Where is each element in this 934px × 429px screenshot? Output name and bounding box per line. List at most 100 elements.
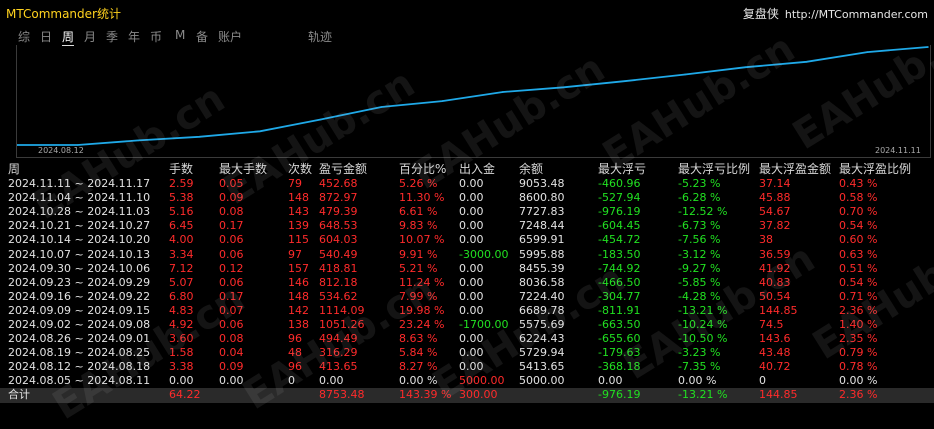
tab-10[interactable]: 轨迹 (308, 28, 332, 45)
cell-pnl: 648.53 (319, 219, 358, 233)
tab-9[interactable]: 账户 (218, 28, 242, 45)
cell-deposit: 0.00 (459, 303, 484, 317)
equity-line (17, 46, 929, 146)
cell-max-float-profit-pct: 1.40 % (839, 318, 878, 331)
cell-week: 2024.10.21 ~ 2024.10.27 (8, 219, 151, 233)
cell-max-float-profit-pct: 2.36 % (839, 303, 878, 317)
cell-max-float-profit: 0 (759, 374, 766, 388)
cell-max-lots: 0.09 (219, 360, 244, 374)
tab-7[interactable]: M (175, 28, 185, 42)
cell-max-float-loss-pct: -6.28 % (678, 191, 721, 205)
col-header-max-float-loss-pct[interactable]: 最大浮亏比例 (678, 162, 750, 176)
col-header-max-float-loss[interactable]: 最大浮亏 (598, 162, 646, 176)
cell-max-float-loss: -466.50 (598, 275, 641, 289)
col-header-deposit[interactable]: 出入金 (459, 162, 495, 176)
cell-percent: 8.63 % (399, 332, 438, 346)
cell-lots: 1.58 (169, 346, 194, 360)
table-row[interactable]: 2024.10.21 ~ 2024.10.27 6.45 0.17 139 648.53… (0, 219, 934, 233)
tab-3[interactable]: 月 (84, 28, 96, 45)
title-bar: MTCommander统计 复盘侠 http://MTCommander.com (0, 0, 934, 26)
tab-0[interactable]: 综 (18, 28, 30, 45)
cell-max-float-profit: 37.82 (759, 219, 791, 233)
table-row[interactable]: 2024.09.09 ~ 2024.09.15 4.83 0.07 142 1114.0… (0, 304, 934, 318)
cell-balance: 5995.88 (519, 247, 565, 261)
cell-percent: 6.61 % (399, 205, 438, 219)
col-header-lots[interactable]: 手数 (169, 162, 193, 176)
cell-lots: 5.38 (169, 191, 194, 205)
table-row[interactable]: 2024.09.30 ~ 2024.10.06 7.12 0.12 157 418.81… (0, 262, 934, 276)
table-row[interactable]: 2024.08.12 ~ 2024.08.18 3.38 0.09 96 413.65 8… (0, 360, 934, 374)
col-header-pnl[interactable]: 盈亏金额 (319, 162, 367, 176)
cell-lots: 5.16 (169, 205, 194, 219)
col-header-trades[interactable]: 次数 (288, 162, 312, 176)
x-axis-start-label: 2024.08.12 (38, 146, 84, 155)
cell-max-float-profit-pct: 0.60 % (839, 233, 878, 247)
cell-lots: 7.12 (169, 261, 194, 275)
col-header-week[interactable]: 周 (8, 162, 20, 176)
cell-balance: 7727.83 (519, 205, 565, 219)
cell-pnl: 0.00 (319, 374, 344, 388)
table-row[interactable]: 2024.10.07 ~ 2024.10.13 3.34 0.06 97 540.49 9… (0, 248, 934, 262)
cell-max-float-profit-pct: 0.58 % (839, 191, 878, 205)
table-row[interactable]: 2024.08.05 ~ 2024.08.11 0.00 0.00 0 0.00 0.00… (0, 374, 934, 388)
table-row[interactable]: 2024.09.16 ~ 2024.09.22 6.80 0.17 148 534.62… (0, 290, 934, 304)
cell-percent: 8.27 % (399, 360, 438, 374)
cell-max-float-profit: 144.85 (759, 303, 798, 317)
tab-2[interactable]: 周 (62, 28, 75, 46)
col-header-balance[interactable]: 余额 (519, 162, 543, 176)
cell-pnl: 872.97 (319, 191, 358, 205)
cell-trades: 79 (288, 177, 302, 190)
cell-deposit: 0.00 (459, 360, 484, 374)
cell-pnl: 494.49 (319, 332, 358, 346)
cell-max-float-profit-pct: 0.63 % (839, 247, 878, 261)
col-header-percent[interactable]: 百分比% (399, 162, 446, 176)
cell-balance: 5000.00 (519, 374, 565, 388)
cell-max-float-loss-pct: -3.12 % (678, 247, 721, 261)
table-row[interactable]: 2024.10.14 ~ 2024.10.20 4.00 0.06 115 604.03… (0, 233, 934, 247)
table-row[interactable]: 2024.10.28 ~ 2024.11.03 5.16 0.08 143 479.39… (0, 205, 934, 219)
tab-8[interactable]: 备 (196, 28, 208, 45)
cell-max-float-loss: -655.60 (598, 332, 641, 346)
cell-trades: 146 (288, 275, 309, 289)
table-row[interactable]: 2024.08.19 ~ 2024.08.25 1.58 0.04 48 316.29 5… (0, 346, 934, 360)
cell-max-float-loss-pct: -7.35 % (678, 360, 721, 374)
total-lots: 64.22 (169, 388, 201, 401)
cell-max-lots: 0.12 (219, 261, 244, 275)
cell-pnl: 1114.09 (319, 303, 365, 317)
table-row[interactable]: 2024.08.26 ~ 2024.09.01 3.60 0.08 96 494.49 8… (0, 332, 934, 346)
cell-lots: 5.07 (169, 275, 194, 289)
cell-percent: 9.83 % (399, 219, 438, 233)
equity-point (198, 136, 200, 138)
cell-balance: 8036.58 (519, 275, 565, 289)
brand-url-link[interactable]: http://MTCommander.com (785, 8, 928, 21)
cell-pnl: 540.49 (319, 247, 358, 261)
total-pnl: 8753.48 (319, 388, 365, 401)
cell-week: 2024.09.02 ~ 2024.09.08 (8, 318, 151, 331)
table-row[interactable]: 2024.11.11 ~ 2024.11.17 2.59 0.05 79 452.68 5… (0, 177, 934, 191)
tab-6[interactable]: 币 (150, 28, 162, 45)
tab-5[interactable]: 年 (128, 28, 140, 45)
cell-balance: 5575.69 (519, 318, 565, 331)
tab-4[interactable]: 季 (106, 28, 118, 45)
cell-deposit: 0.00 (459, 205, 484, 219)
col-header-max-float-profit-pct[interactable]: 最大浮盈比例 (839, 162, 911, 176)
cell-trades: 157 (288, 261, 309, 275)
table-row[interactable]: 2024.11.04 ~ 2024.11.10 5.38 0.09 148 872.97… (0, 191, 934, 205)
col-header-max-float-profit[interactable]: 最大浮盈金额 (759, 162, 831, 176)
table-row[interactable]: 2024.09.02 ~ 2024.09.08 4.92 0.06 138 1051.2… (0, 318, 934, 332)
cell-week: 2024.10.28 ~ 2024.11.03 (8, 205, 151, 219)
tab-1[interactable]: 日 (40, 28, 52, 45)
equity-point (866, 51, 869, 53)
table-row[interactable]: 2024.09.23 ~ 2024.09.29 5.07 0.06 146 812.18… (0, 276, 934, 290)
table-header: 周 手数 最大手数 次数 盈亏金额 百分比% 出入金 余额 最大浮亏 最大浮亏比例 最大浮盈金额 最大… (0, 162, 934, 176)
col-header-max-lots[interactable]: 最大手数 (219, 162, 267, 176)
total-max-float-loss: -976.19 (598, 388, 641, 401)
cell-max-float-profit-pct: 0.54 % (839, 219, 878, 233)
cell-week: 2024.10.14 ~ 2024.10.20 (8, 233, 151, 247)
cell-balance: 8600.80 (519, 191, 565, 205)
cell-max-float-loss-pct: 0.00 % (678, 374, 717, 388)
cell-max-float-loss-pct: -4.28 % (678, 289, 721, 303)
cell-trades: 0 (288, 374, 295, 388)
equity-point (380, 106, 383, 108)
cell-max-float-profit-pct: 0.71 % (839, 289, 878, 303)
